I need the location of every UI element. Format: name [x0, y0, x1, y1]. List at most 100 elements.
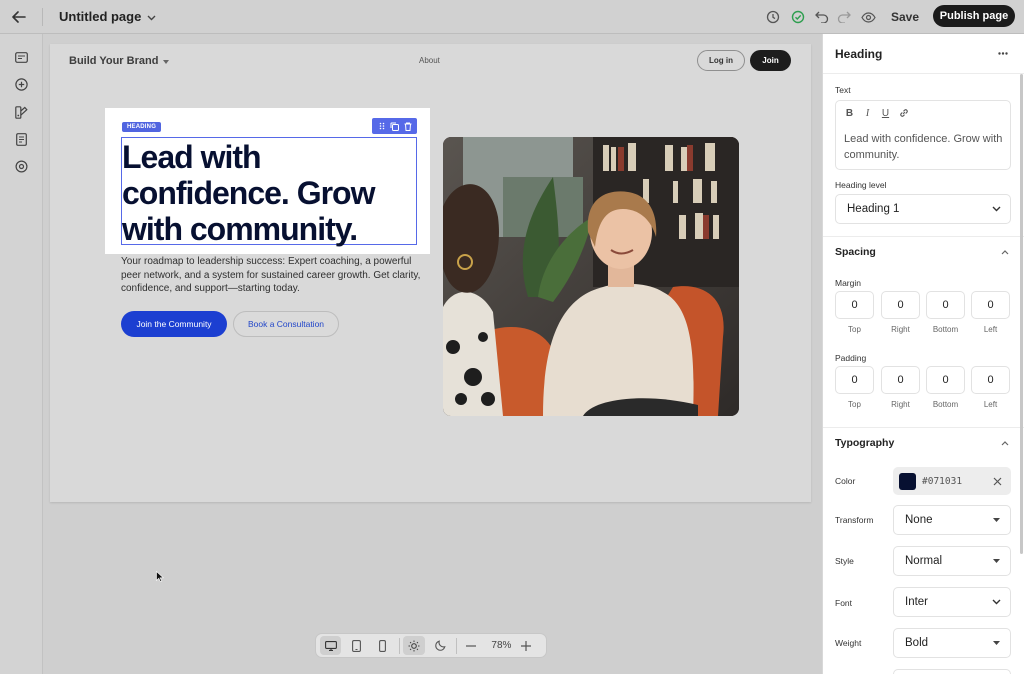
- bold-button[interactable]: B: [842, 106, 857, 120]
- color-swatch[interactable]: [899, 473, 916, 490]
- font-label: Font: [835, 598, 853, 608]
- book-consultation-button[interactable]: Book a Consultation: [233, 311, 339, 337]
- color-label: Color: [835, 476, 856, 486]
- undo-icon[interactable]: [812, 7, 832, 27]
- chevron-up-icon[interactable]: [1000, 247, 1010, 257]
- page-title-dropdown[interactable]: Untitled page: [59, 9, 156, 24]
- divider: [42, 8, 43, 26]
- color-hex-value[interactable]: #071031: [922, 476, 962, 487]
- minus-icon[interactable]: [461, 636, 482, 655]
- transform-value: None: [905, 514, 933, 526]
- margin-top-input[interactable]: 0: [835, 291, 874, 319]
- top-bar: Untitled page Save Publish page: [0, 0, 1024, 34]
- tablet-icon[interactable]: [346, 636, 367, 655]
- weight-label: Weight: [835, 638, 862, 648]
- heading-level-select[interactable]: Heading 1: [835, 194, 1011, 224]
- caret-down-icon: [991, 556, 1001, 566]
- brand-name: Build Your Brand: [69, 55, 159, 67]
- login-button[interactable]: Log in: [697, 50, 745, 71]
- weight-value: Bold: [905, 637, 929, 649]
- style-select[interactable]: Normal: [893, 546, 1011, 576]
- margin-label: Margin: [835, 278, 861, 288]
- divider: [823, 427, 1024, 428]
- underline-button[interactable]: U: [878, 106, 893, 120]
- eye-icon[interactable]: [858, 7, 878, 27]
- chevron-down-icon: [991, 597, 1001, 607]
- transform-label: Transform: [835, 515, 874, 525]
- selected-heading-block[interactable]: HEADING Lead with confidence. Grow with …: [105, 108, 430, 254]
- style-label: Style: [835, 556, 854, 566]
- divider: [398, 637, 400, 654]
- color-picker[interactable]: #071031: [893, 467, 1011, 495]
- padding-top-input[interactable]: 0: [835, 366, 874, 394]
- mobile-icon[interactable]: [372, 636, 393, 655]
- sun-icon[interactable]: [403, 636, 425, 655]
- history-icon[interactable]: [763, 7, 783, 27]
- next-field-select[interactable]: [893, 669, 1011, 674]
- panel-header: Heading: [823, 34, 1024, 74]
- page-title: Untitled page: [59, 9, 142, 24]
- join-button[interactable]: Join: [750, 50, 791, 71]
- padding-right-input[interactable]: 0: [881, 366, 920, 394]
- margin-left-input[interactable]: 0: [971, 291, 1010, 319]
- panel-scrollbar[interactable]: [1020, 74, 1023, 554]
- padding-top-caption: Top: [848, 400, 861, 409]
- settings-icon[interactable]: [12, 157, 30, 175]
- divider: [455, 637, 457, 654]
- design-icon[interactable]: [12, 103, 30, 121]
- heading-selection-outline: Lead with confidence. Grow with communit…: [121, 137, 418, 247]
- typography-section-title: Typography: [835, 437, 895, 449]
- italic-button[interactable]: I: [860, 106, 875, 120]
- delete-icon[interactable]: [403, 121, 413, 131]
- padding-left-caption: Left: [983, 400, 998, 409]
- drag-handle-icon[interactable]: [377, 121, 387, 131]
- pages-icon[interactable]: [12, 130, 30, 148]
- publish-page-button[interactable]: Publish page: [933, 5, 1015, 27]
- add-element-icon[interactable]: [12, 75, 30, 93]
- join-community-button[interactable]: Join the Community: [121, 311, 227, 337]
- padding-bottom-caption: Bottom: [932, 400, 959, 409]
- hero-image[interactable]: [443, 137, 739, 416]
- redo-icon[interactable]: [834, 7, 854, 27]
- padding-bottom-input[interactable]: 0: [926, 366, 965, 394]
- padding-left-input[interactable]: 0: [971, 366, 1010, 394]
- desktop-icon[interactable]: [320, 636, 342, 655]
- text-value[interactable]: Lead with confidence. Grow with communit…: [844, 131, 1004, 163]
- more-icon[interactable]: [995, 46, 1011, 60]
- canvas-toolbar: 78%: [315, 633, 547, 658]
- margin-right-input[interactable]: 0: [881, 291, 920, 319]
- plus-icon[interactable]: [516, 636, 537, 655]
- padding-right-caption: Right: [891, 400, 910, 409]
- check-circle-icon[interactable]: [788, 7, 808, 27]
- heading-level-label: Heading level: [835, 180, 887, 190]
- duplicate-icon[interactable]: [390, 121, 400, 131]
- brand-dropdown[interactable]: Build Your Brand: [69, 55, 170, 67]
- font-select[interactable]: Inter: [893, 587, 1011, 617]
- heading-level-value: Heading 1: [847, 203, 900, 215]
- clear-icon[interactable]: [991, 475, 1003, 487]
- caret-down-icon: [991, 515, 1001, 525]
- zoom-level: 78%: [491, 640, 512, 651]
- back-arrow-icon[interactable]: [8, 6, 30, 28]
- chevron-up-icon[interactable]: [1000, 438, 1010, 448]
- link-icon[interactable]: [896, 106, 911, 120]
- padding-label: Padding: [835, 353, 867, 363]
- text-editor[interactable]: B I U Lead with confidence. Grow with co…: [835, 100, 1011, 170]
- margin-bottom-input[interactable]: 0: [926, 291, 965, 319]
- margin-left-caption: Left: [983, 325, 998, 334]
- chevron-down-icon: [991, 204, 1001, 214]
- page-preview: Build Your Brand About Log in Join HEADI…: [50, 44, 811, 502]
- chevron-down-icon: [147, 9, 156, 24]
- moon-icon[interactable]: [430, 636, 451, 655]
- element-type-tag: HEADING: [122, 122, 162, 132]
- hero-heading[interactable]: Lead with confidence. Grow with communit…: [122, 139, 418, 247]
- element-toolbar: [372, 118, 417, 134]
- hero-subcopy[interactable]: Your roadmap to leadership success: Expe…: [121, 255, 421, 296]
- layout-icon[interactable]: [12, 48, 30, 66]
- weight-select[interactable]: Bold: [893, 628, 1011, 658]
- nav-link-about[interactable]: About: [419, 56, 440, 65]
- transform-select[interactable]: None: [893, 505, 1011, 535]
- save-button[interactable]: Save: [884, 7, 926, 27]
- properties-panel: Heading Text B I U Lead with confidence.…: [822, 34, 1024, 674]
- caret-down-icon: [163, 55, 170, 67]
